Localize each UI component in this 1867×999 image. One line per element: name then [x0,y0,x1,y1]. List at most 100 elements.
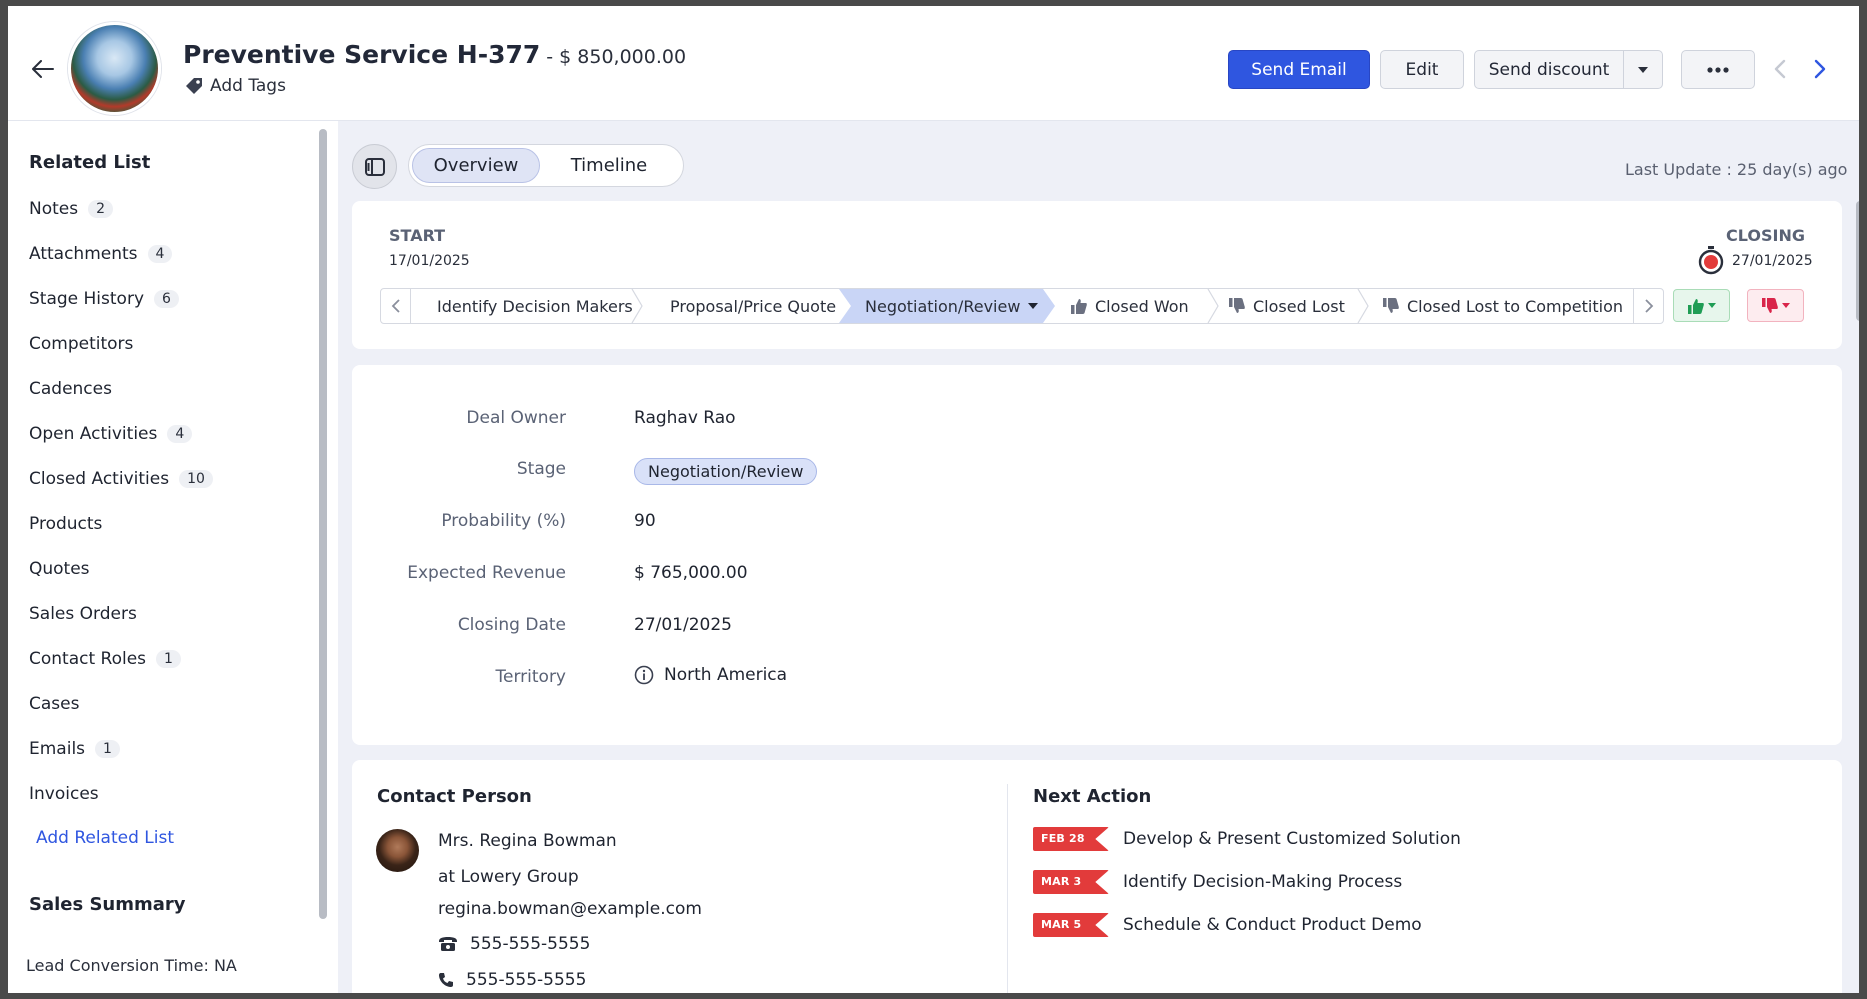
stage-value-pill[interactable]: Negotiation/Review [634,458,818,485]
stage-negotiation-review[interactable]: Negotiation/Review [839,289,1055,323]
contact-mobile[interactable]: 555-555-5555 [438,970,586,990]
stage-closed-lost-to-competition[interactable]: Closed Lost to Competition [1383,289,1623,323]
closing-date-value[interactable]: 27/01/2025 [634,615,732,635]
expected-revenue-value[interactable]: $ 765,000.00 [634,563,748,583]
send-discount-dropdown[interactable] [1623,50,1663,89]
sidebar-item-attachments[interactable]: Attachments 4 [29,244,173,264]
stage-closed-won[interactable]: Closed Won [1071,289,1189,323]
deal-amount: - $ 850,000.00 [546,46,687,68]
deal-owner-value[interactable]: Raghav Rao [634,408,736,428]
view-tabs: Overview Timeline [408,144,684,187]
contact-avatar[interactable] [376,829,419,872]
next-action-text: Schedule & Conduct Product Demo [1123,915,1422,935]
back-arrow-icon[interactable] [28,54,58,84]
sidebar-item-invoices[interactable]: Invoices [29,784,99,804]
mark-won-button[interactable] [1673,289,1730,322]
territory-value[interactable]: North America [634,665,787,685]
sidebar-item-competitors[interactable]: Competitors [29,334,133,354]
next-record-icon[interactable] [1808,58,1830,80]
sidebar-item-open-activities[interactable]: Open Activities 4 [29,424,193,444]
sidebar-scrollbar[interactable] [319,129,327,919]
caret-down-icon [1638,66,1648,73]
stage-separator [1207,289,1219,323]
caret-down-icon [1781,303,1790,308]
start-label: START [389,226,446,245]
stage-label: Proposal/Price Quote [670,296,837,316]
count-badge: 2 [88,200,114,218]
related-list-title: Related List [29,152,151,173]
deal-title: Preventive Service H-377 [183,40,541,69]
flag-date: FEB 28 [1041,832,1085,845]
probability-value[interactable]: 90 [634,511,656,531]
record-header: Preventive Service H-377 - $ 850,000.00 … [8,6,1859,121]
stage-card [352,201,1842,349]
edit-button[interactable]: Edit [1380,50,1464,89]
sidebar-item-contact-roles[interactable]: Contact Roles 1 [29,649,181,669]
tab-timeline[interactable]: Timeline [540,148,678,183]
next-action-item[interactable]: MAR 3 Identify Decision-Making Process [1033,870,1402,894]
start-date: 17/01/2025 [389,253,470,269]
sidebar-item-label: Emails [29,739,86,759]
flag-date: MAR 5 [1041,918,1082,931]
next-action-text: Develop & Present Customized Solution [1123,829,1461,849]
sidebar-item-sales-orders[interactable]: Sales Orders [29,604,137,624]
deal-owner-label: Deal Owner [466,408,566,428]
tab-overview[interactable]: Overview [412,148,540,183]
stage-label: Stage [516,459,566,479]
caret-down-icon [1707,303,1716,308]
pipeline-scroll-left-icon[interactable] [381,289,411,323]
send-email-button[interactable]: Send Email [1228,50,1370,89]
mark-lost-button[interactable] [1747,289,1804,322]
next-action-item[interactable]: FEB 28 Develop & Present Customized Solu… [1033,827,1461,851]
deal-image[interactable] [68,22,161,115]
stage-label: Closed Lost [1253,296,1345,316]
title-row: Preventive Service H-377 - $ 850,000.00 [183,40,686,69]
stage-label: Negotiation/Review [865,296,1021,316]
sidebar-item-emails[interactable]: Emails 1 [29,739,120,759]
next-action-item[interactable]: MAR 5 Schedule & Conduct Product Demo [1033,913,1422,937]
sidebar-item-quotes[interactable]: Quotes [29,559,90,579]
telephone-icon [439,937,457,951]
territory-text: North America [664,665,788,685]
app-window: Preventive Service H-377 - $ 850,000.00 … [0,0,1867,999]
count-badge: 1 [95,740,120,758]
add-tags-link[interactable]: Add Tags [184,76,286,96]
sidebar-item-cadences[interactable]: Cadences [29,379,112,399]
contact-phone[interactable]: 555-555-5555 [438,934,590,954]
phone-text: 555-555-5555 [470,934,591,954]
sidebar-item-cases[interactable]: Cases [29,694,79,714]
main-scrollbar[interactable] [1856,201,1859,321]
sidebar-item-label: Competitors [29,334,134,354]
stage-identify-decision-makers[interactable]: Identify Decision Makers [437,289,633,323]
count-badge: 6 [154,290,179,308]
sidebar-item-label: Sales Orders [29,604,137,624]
probability-label: Probability (%) [441,511,566,531]
sidebar-item-label: Invoices [29,784,99,804]
pipeline-scroll-right-icon[interactable] [1633,289,1663,323]
count-badge: 4 [147,245,173,263]
previous-record-icon[interactable] [1770,58,1792,80]
more-actions-button[interactable] [1681,50,1755,89]
sidebar-item-closed-activities[interactable]: Closed Activities 10 [29,469,213,489]
sidebar-item-notes[interactable]: Notes 2 [29,199,114,219]
sidebar-item-products[interactable]: Products [29,514,102,534]
stage-closed-lost[interactable]: Closed Lost [1229,289,1345,323]
send-discount-button[interactable]: Send discount [1474,50,1624,89]
contact-email[interactable]: regina.bowman@example.com [438,899,702,919]
card-divider [1007,784,1008,993]
stage-label: Closed Lost to Competition [1407,296,1624,316]
stage-pipeline: Identify Decision Makers Proposal/Price … [380,288,1664,324]
contact-company[interactable]: at Lowery Group [438,867,579,887]
stage-proposal-price-quote[interactable]: Proposal/Price Quote [670,289,836,323]
last-update-text: Last Update : 25 day(s) ago [1625,160,1848,179]
next-action-text: Identify Decision-Making Process [1123,872,1403,892]
sidebar-item-stage-history[interactable]: Stage History 6 [29,289,179,309]
contact-name[interactable]: Mrs. Regina Bowman [438,831,617,851]
date-flag: FEB 28 [1033,827,1109,851]
date-flag: MAR 5 [1033,913,1109,937]
add-related-list-link[interactable]: Add Related List [36,828,174,848]
contact-person-title: Contact Person [377,786,532,807]
thumbs-down-icon [1383,298,1399,313]
toggle-sidebar-button[interactable] [352,144,397,189]
stage-label: Closed Won [1095,296,1189,316]
